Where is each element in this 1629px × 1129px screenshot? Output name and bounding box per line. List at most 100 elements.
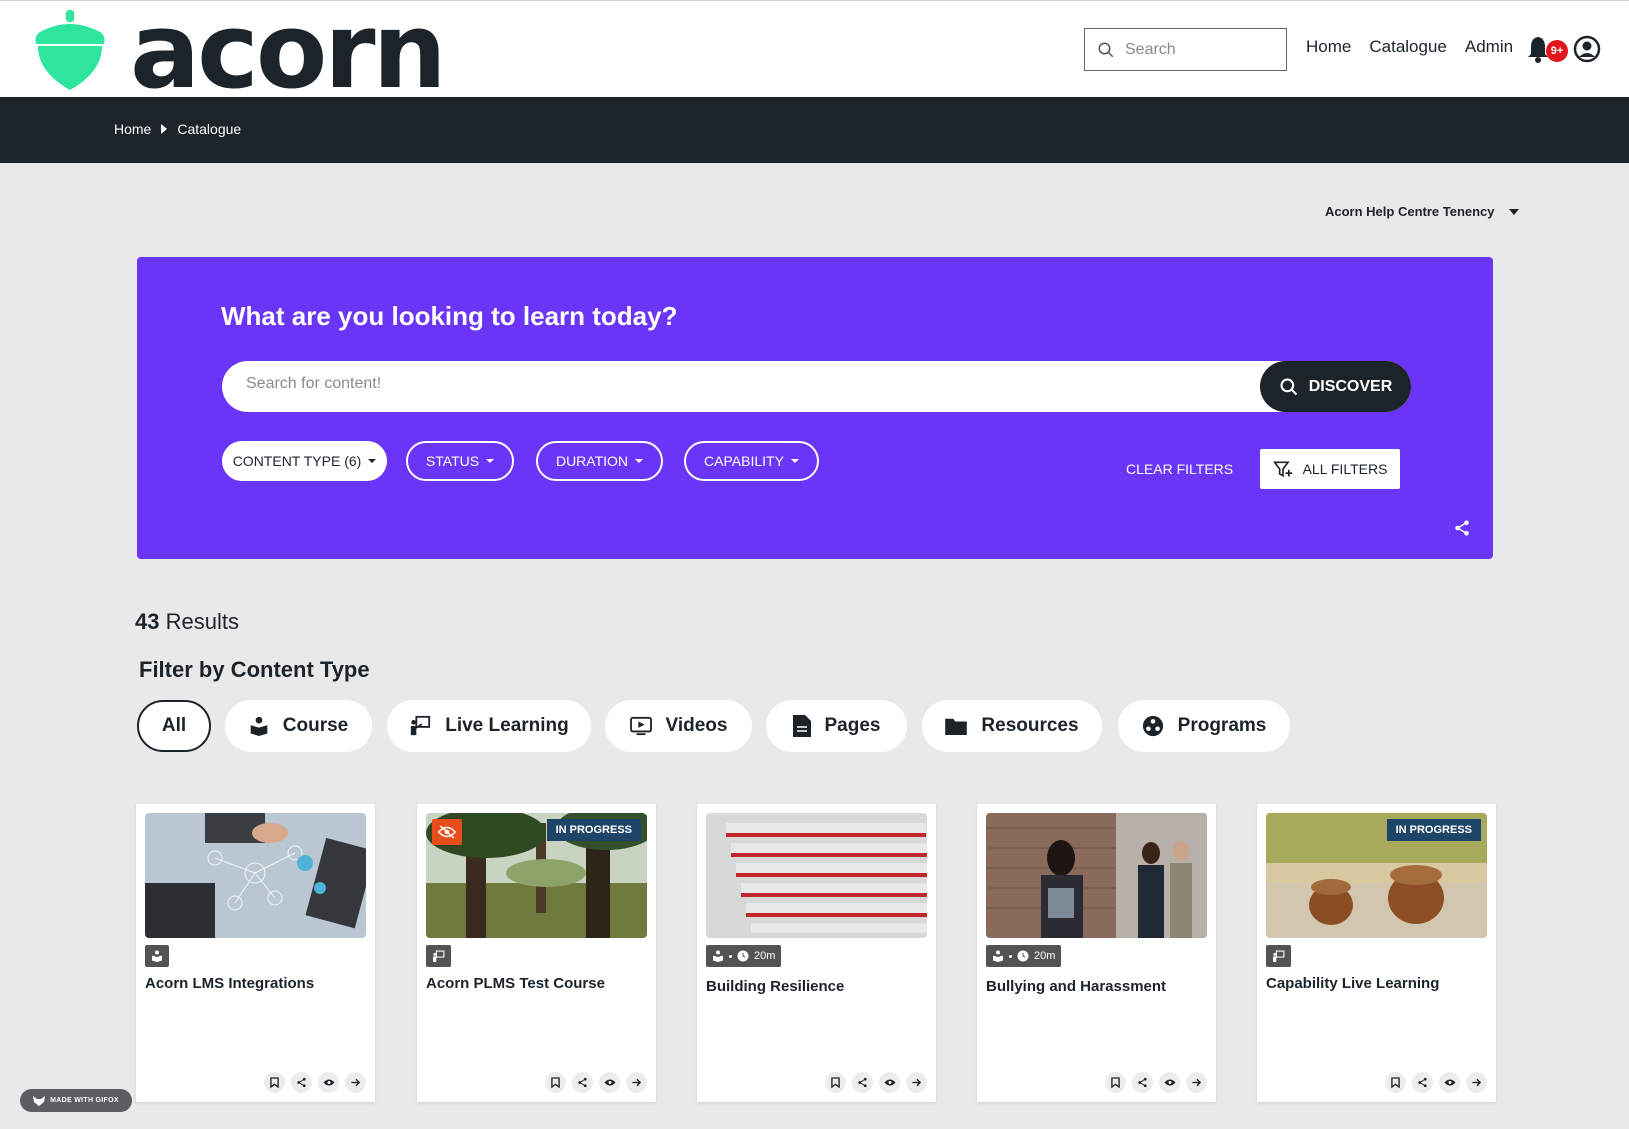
breadcrumb-catalogue[interactable]: Catalogue [177, 121, 241, 137]
card-actions [825, 1072, 927, 1093]
bookmark-button[interactable] [264, 1072, 285, 1093]
content-type-resources[interactable]: Resources [922, 700, 1102, 752]
share-button[interactable] [572, 1072, 593, 1093]
card-image [145, 813, 366, 938]
card-type-badge: 20m [706, 945, 782, 967]
share-button[interactable] [1412, 1072, 1433, 1093]
bookmark-button[interactable] [1385, 1072, 1406, 1093]
nav-catalogue[interactable]: Catalogue [1369, 37, 1447, 57]
preview-button[interactable] [318, 1072, 339, 1093]
book-reader-icon [993, 950, 1003, 962]
share-button[interactable] [291, 1072, 312, 1093]
share-icon [297, 1077, 306, 1088]
content-search-input[interactable] [246, 375, 1206, 393]
filter-status[interactable]: STATUS [406, 441, 514, 481]
bookmark-icon [1111, 1077, 1120, 1088]
open-button[interactable] [626, 1072, 647, 1093]
filter-content-type[interactable]: CONTENT TYPE (6) [222, 441, 387, 481]
share-button[interactable] [852, 1072, 873, 1093]
content-type-programs[interactable]: Programs [1118, 700, 1290, 752]
content-type-label: Live Learning [445, 715, 569, 736]
presentation-icon [411, 715, 431, 736]
filter-duration[interactable]: DURATION [536, 441, 663, 481]
hero-panel: What are you looking to learn today? DIS… [137, 257, 1493, 559]
filter-content-type-title: Filter by Content Type [139, 657, 370, 682]
card-title[interactable]: Bullying and Harassment [986, 978, 1166, 995]
bookmark-button[interactable] [1105, 1072, 1126, 1093]
content-type-label: Course [282, 715, 349, 736]
discover-button[interactable]: DISCOVER [1260, 361, 1411, 412]
bookmark-icon [270, 1077, 279, 1088]
filter-add-icon [1272, 461, 1292, 478]
card-thumbnail: IN PROGRESS [426, 813, 647, 938]
status-badge: IN PROGRESS [546, 819, 641, 841]
content-card[interactable]: Acorn LMS Integrations [136, 804, 375, 1102]
search-icon [1280, 377, 1297, 395]
card-title[interactable]: Acorn PLMS Test Course [426, 975, 605, 992]
content-search-box[interactable]: DISCOVER [222, 361, 1411, 412]
bookmark-button[interactable] [545, 1072, 566, 1093]
card-image [706, 813, 927, 938]
fox-icon [33, 1095, 46, 1106]
bookmark-button[interactable] [825, 1072, 846, 1093]
content-type-course[interactable]: Course [225, 700, 372, 752]
preview-button[interactable] [1159, 1072, 1180, 1093]
content-type-pages[interactable]: Pages [766, 700, 907, 752]
top-nav: Home Catalogue Admin [1306, 37, 1513, 57]
content-type-label: Resources [981, 715, 1079, 736]
content-card[interactable]: 20m Bullying and Harassment [977, 804, 1216, 1102]
open-button[interactable] [345, 1072, 366, 1093]
card-image [986, 813, 1207, 938]
content-card[interactable]: IN PROGRESS Acorn PLMS Test Course [417, 804, 656, 1102]
tenancy-selector[interactable]: Acorn Help Centre Tenency [1325, 204, 1519, 219]
card-title[interactable]: Capability Live Learning [1266, 975, 1439, 992]
duration-label: 20m [754, 950, 776, 962]
content-type-label: All [161, 715, 187, 736]
card-actions [264, 1072, 366, 1093]
programs-icon [1142, 715, 1163, 737]
content-type-all[interactable]: All [137, 700, 211, 752]
logo-wordmark: acorn [130, 0, 447, 112]
bookmark-icon [831, 1077, 840, 1088]
breadcrumb-home[interactable]: Home [114, 121, 151, 137]
share-icon[interactable] [1453, 519, 1471, 537]
chevron-down-icon [1508, 208, 1519, 215]
card-title[interactable]: Acorn LMS Integrations [145, 975, 314, 992]
nav-admin[interactable]: Admin [1465, 37, 1513, 57]
content-type-videos[interactable]: Videos [605, 700, 752, 752]
tenancy-label: Acorn Help Centre Tenency [1325, 204, 1495, 219]
top-search-input[interactable] [1125, 40, 1275, 59]
card-title[interactable]: Building Resilience [706, 978, 844, 995]
content-type-live-learning[interactable]: Live Learning [387, 700, 591, 752]
eye-icon [604, 1079, 615, 1086]
eye-icon [1164, 1079, 1175, 1086]
content-card[interactable]: IN PROGRESS Capability Live Learning [1257, 804, 1496, 1102]
preview-button[interactable] [879, 1072, 900, 1093]
card-type-badge [426, 945, 451, 967]
all-filters-label: ALL FILTERS [1302, 461, 1388, 477]
preview-button[interactable] [599, 1072, 620, 1093]
preview-button[interactable] [1439, 1072, 1460, 1093]
open-button[interactable] [906, 1072, 927, 1093]
separator-dot [729, 954, 732, 958]
clear-filters-button[interactable]: CLEAR FILTERS [1126, 461, 1233, 477]
all-filters-button[interactable]: ALL FILTERS [1260, 449, 1400, 489]
watermark-label: MADE WITH GIFOX [50, 1097, 119, 1104]
filter-capability[interactable]: CAPABILITY [684, 441, 819, 481]
content-card[interactable]: 20m Building Resilience [697, 804, 936, 1102]
hidden-badge [432, 819, 462, 845]
card-type-badge: 20m [986, 945, 1062, 967]
acorn-logo-icon [35, 10, 105, 90]
top-bar: acorn Home Catalogue Admin 9+ [0, 0, 1629, 112]
card-type-badge [145, 945, 169, 967]
gifox-watermark: MADE WITH GIFOX [20, 1089, 132, 1112]
filter-label: DURATION [555, 453, 629, 469]
logo[interactable]: acorn [34, 0, 447, 112]
share-button[interactable] [1132, 1072, 1153, 1093]
nav-home[interactable]: Home [1306, 37, 1351, 57]
open-button[interactable] [1466, 1072, 1487, 1093]
book-reader-icon [250, 716, 268, 736]
user-avatar-icon[interactable] [1573, 35, 1601, 63]
open-button[interactable] [1186, 1072, 1207, 1093]
top-search-box[interactable] [1084, 28, 1287, 71]
